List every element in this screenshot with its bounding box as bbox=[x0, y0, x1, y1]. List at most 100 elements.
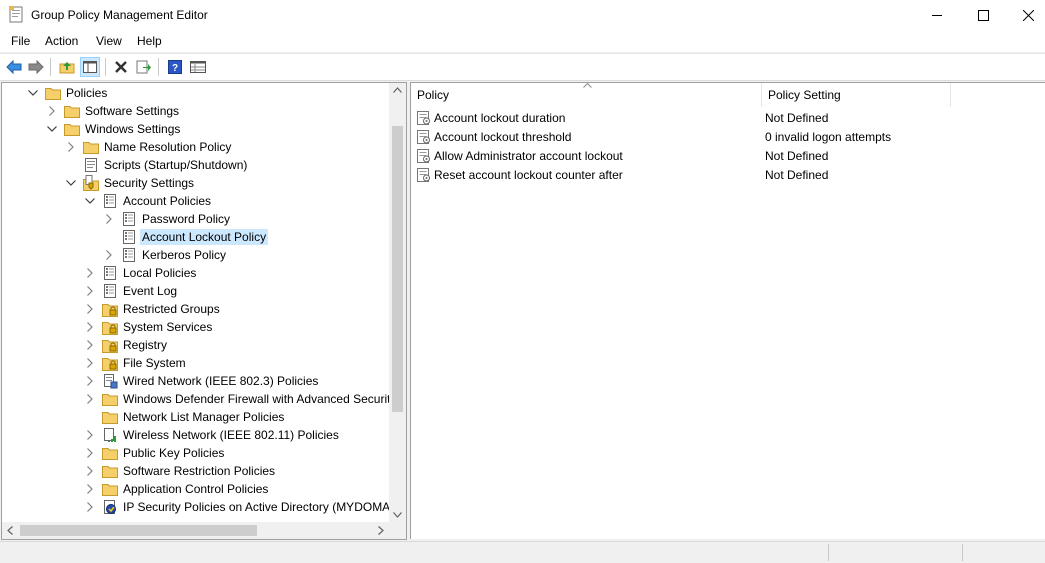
chevron-down-icon[interactable] bbox=[65, 177, 77, 189]
chevron-down-icon[interactable] bbox=[46, 123, 58, 135]
column-header-policy[interactable]: Policy bbox=[411, 83, 762, 107]
tree-horizontal-scrollbar[interactable] bbox=[2, 522, 389, 539]
tree-item-registry[interactable]: Registry bbox=[84, 336, 169, 354]
console-tree-pane[interactable]: Policies Software Settings Windows Setting… bbox=[1, 82, 407, 540]
tree-item-label: Software Restriction Policies bbox=[123, 464, 276, 478]
lock-folder-icon bbox=[102, 337, 118, 353]
tree-item-label: Windows Defender Firewall with Advanced … bbox=[123, 392, 391, 406]
tree-item-policies[interactable]: Policies bbox=[27, 84, 109, 102]
tree-item-wired-network-ieee-802-3-policies[interactable]: Wired Network (IEEE 802.3) Policies bbox=[84, 372, 320, 390]
minimize-button[interactable] bbox=[914, 0, 960, 30]
scroll-right-arrow-icon[interactable] bbox=[378, 526, 384, 535]
menu-help[interactable]: Help bbox=[137, 34, 162, 48]
tree-item-windows-defender-firewall-with-advanced-securit[interactable]: Windows Defender Firewall with Advanced … bbox=[84, 390, 392, 408]
tree-item-software-settings[interactable]: Software Settings bbox=[46, 102, 181, 120]
chevron-right-icon[interactable] bbox=[84, 285, 96, 297]
chevron-right-icon[interactable] bbox=[103, 249, 115, 261]
chevron-right-icon[interactable] bbox=[84, 393, 96, 405]
tree-item-password-policy[interactable]: Password Policy bbox=[103, 210, 232, 228]
tree-item-ip-security-policies-on-active-directory-mydomai[interactable]: IP Security Policies on Active Directory… bbox=[84, 498, 396, 516]
tree-item-network-list-manager-policies[interactable]: Network List Manager Policies bbox=[84, 408, 286, 426]
chevron-right-icon[interactable] bbox=[84, 501, 96, 513]
folder-icon bbox=[102, 463, 118, 479]
back-button[interactable] bbox=[4, 57, 24, 77]
folder-up-icon bbox=[59, 62, 75, 74]
tree-item-application-control-policies[interactable]: Application Control Policies bbox=[84, 480, 270, 498]
tree-item-account-policies[interactable]: Account Policies bbox=[84, 192, 213, 210]
chevron-right-icon[interactable] bbox=[84, 303, 96, 315]
tree-item-scripts-startup-shutdown[interactable]: Scripts (Startup/Shutdown) bbox=[65, 156, 249, 174]
tree-item-label: Password Policy bbox=[142, 212, 231, 226]
up-one-level-button[interactable] bbox=[57, 57, 77, 77]
properties-view-button[interactable] bbox=[188, 57, 208, 77]
tree-item-local-policies[interactable]: Local Policies bbox=[84, 264, 198, 282]
tree-item-wireless-network-ieee-802-11-policies[interactable]: Wireless Network (IEEE 802.11) Policies bbox=[84, 426, 341, 444]
tree-item-security-settings[interactable]: Security Settings bbox=[65, 174, 196, 192]
policy-setting-icon bbox=[417, 110, 431, 125]
tree-item-label: Public Key Policies bbox=[123, 446, 225, 460]
policy-row-account-lockout-duration[interactable]: Account lockout duration Not Defined bbox=[417, 108, 1037, 127]
chevron-right-icon[interactable] bbox=[84, 267, 96, 279]
folder-icon bbox=[102, 409, 118, 425]
tree-item-software-restriction-policies[interactable]: Software Restriction Policies bbox=[84, 462, 277, 480]
tree-item-label: System Services bbox=[123, 320, 213, 334]
tree-item-account-lockout-policy[interactable]: Account Lockout Policy bbox=[103, 228, 269, 246]
chevron-right-icon[interactable] bbox=[84, 375, 96, 387]
chevron-right-icon[interactable] bbox=[84, 483, 96, 495]
tree-item-label: Network List Manager Policies bbox=[123, 410, 285, 424]
close-button[interactable] bbox=[1005, 0, 1045, 30]
tree-item-label: Software Settings bbox=[85, 104, 180, 118]
tree-item-label: Wireless Network (IEEE 802.11) Policies bbox=[123, 428, 339, 442]
tree-item-label: Account Policies bbox=[123, 194, 212, 208]
maximize-button[interactable] bbox=[960, 0, 1006, 30]
export-list-button[interactable] bbox=[134, 57, 154, 77]
lock-folder-icon bbox=[102, 355, 118, 371]
chevron-right-icon[interactable] bbox=[84, 429, 96, 441]
chevron-right-icon[interactable] bbox=[65, 141, 77, 153]
policy-row-allow-administrator-account-lockout[interactable]: Allow Administrator account lockout Not D… bbox=[417, 146, 1037, 165]
policy-setting-icon bbox=[417, 129, 431, 144]
tree-item-label: Wired Network (IEEE 802.3) Policies bbox=[123, 374, 319, 388]
result-pane[interactable]: Policy Policy Setting Account lockout du… bbox=[410, 82, 1045, 539]
folder-icon bbox=[64, 121, 80, 137]
tree-item-public-key-policies[interactable]: Public Key Policies bbox=[84, 444, 226, 462]
policy-row-account-lockout-threshold[interactable]: Account lockout threshold 0 invalid logon… bbox=[417, 127, 1037, 146]
tree-item-file-system[interactable]: File System bbox=[84, 354, 188, 372]
delete-x-icon bbox=[115, 61, 127, 73]
tree-item-windows-settings[interactable]: Windows Settings bbox=[46, 120, 182, 138]
chevron-right-icon[interactable] bbox=[84, 447, 96, 459]
delete-button[interactable] bbox=[111, 57, 131, 77]
scroll-up-arrow-icon[interactable] bbox=[393, 87, 402, 93]
chevron-right-icon[interactable] bbox=[84, 321, 96, 333]
scrollbar-corner bbox=[389, 522, 406, 539]
help-button[interactable]: ? bbox=[165, 57, 185, 77]
tree-item-system-services[interactable]: System Services bbox=[84, 318, 214, 336]
chevron-down-icon[interactable] bbox=[84, 195, 96, 207]
scroll-left-arrow-icon[interactable] bbox=[7, 526, 13, 535]
chevron-right-icon[interactable] bbox=[46, 105, 58, 117]
tree-horizontal-scroll-thumb[interactable] bbox=[20, 525, 257, 536]
tree-item-restricted-groups[interactable]: Restricted Groups bbox=[84, 300, 222, 318]
policy-row-reset-account-lockout-counter-after[interactable]: Reset account lockout counter after Not D… bbox=[417, 165, 1037, 184]
title-bar: Group Policy Management Editor bbox=[0, 0, 1045, 30]
tree-item-event-log[interactable]: Event Log bbox=[84, 282, 179, 300]
minimize-icon bbox=[931, 14, 942, 16]
menu-view[interactable]: View bbox=[96, 34, 122, 48]
policy-book-icon bbox=[102, 193, 118, 209]
show-hide-console-tree-button[interactable] bbox=[80, 57, 100, 77]
column-header-policy-setting[interactable]: Policy Setting bbox=[762, 83, 951, 107]
tree-vertical-scroll-thumb[interactable] bbox=[392, 126, 403, 412]
forward-button[interactable] bbox=[26, 57, 46, 77]
chevron-right-icon[interactable] bbox=[103, 213, 115, 225]
chevron-down-icon[interactable] bbox=[27, 87, 39, 99]
chevron-right-icon[interactable] bbox=[84, 357, 96, 369]
scroll-down-arrow-icon[interactable] bbox=[393, 512, 402, 518]
chevron-right-icon[interactable] bbox=[84, 339, 96, 351]
tree-item-label: Security Settings bbox=[104, 176, 195, 190]
tree-item-kerberos-policy[interactable]: Kerberos Policy bbox=[103, 246, 228, 264]
menu-file[interactable]: File bbox=[11, 34, 30, 48]
menu-action[interactable]: Action bbox=[45, 34, 78, 48]
tree-item-name-resolution-policy[interactable]: Name Resolution Policy bbox=[65, 138, 233, 156]
chevron-right-icon[interactable] bbox=[84, 465, 96, 477]
tree-vertical-scrollbar[interactable] bbox=[389, 83, 406, 522]
